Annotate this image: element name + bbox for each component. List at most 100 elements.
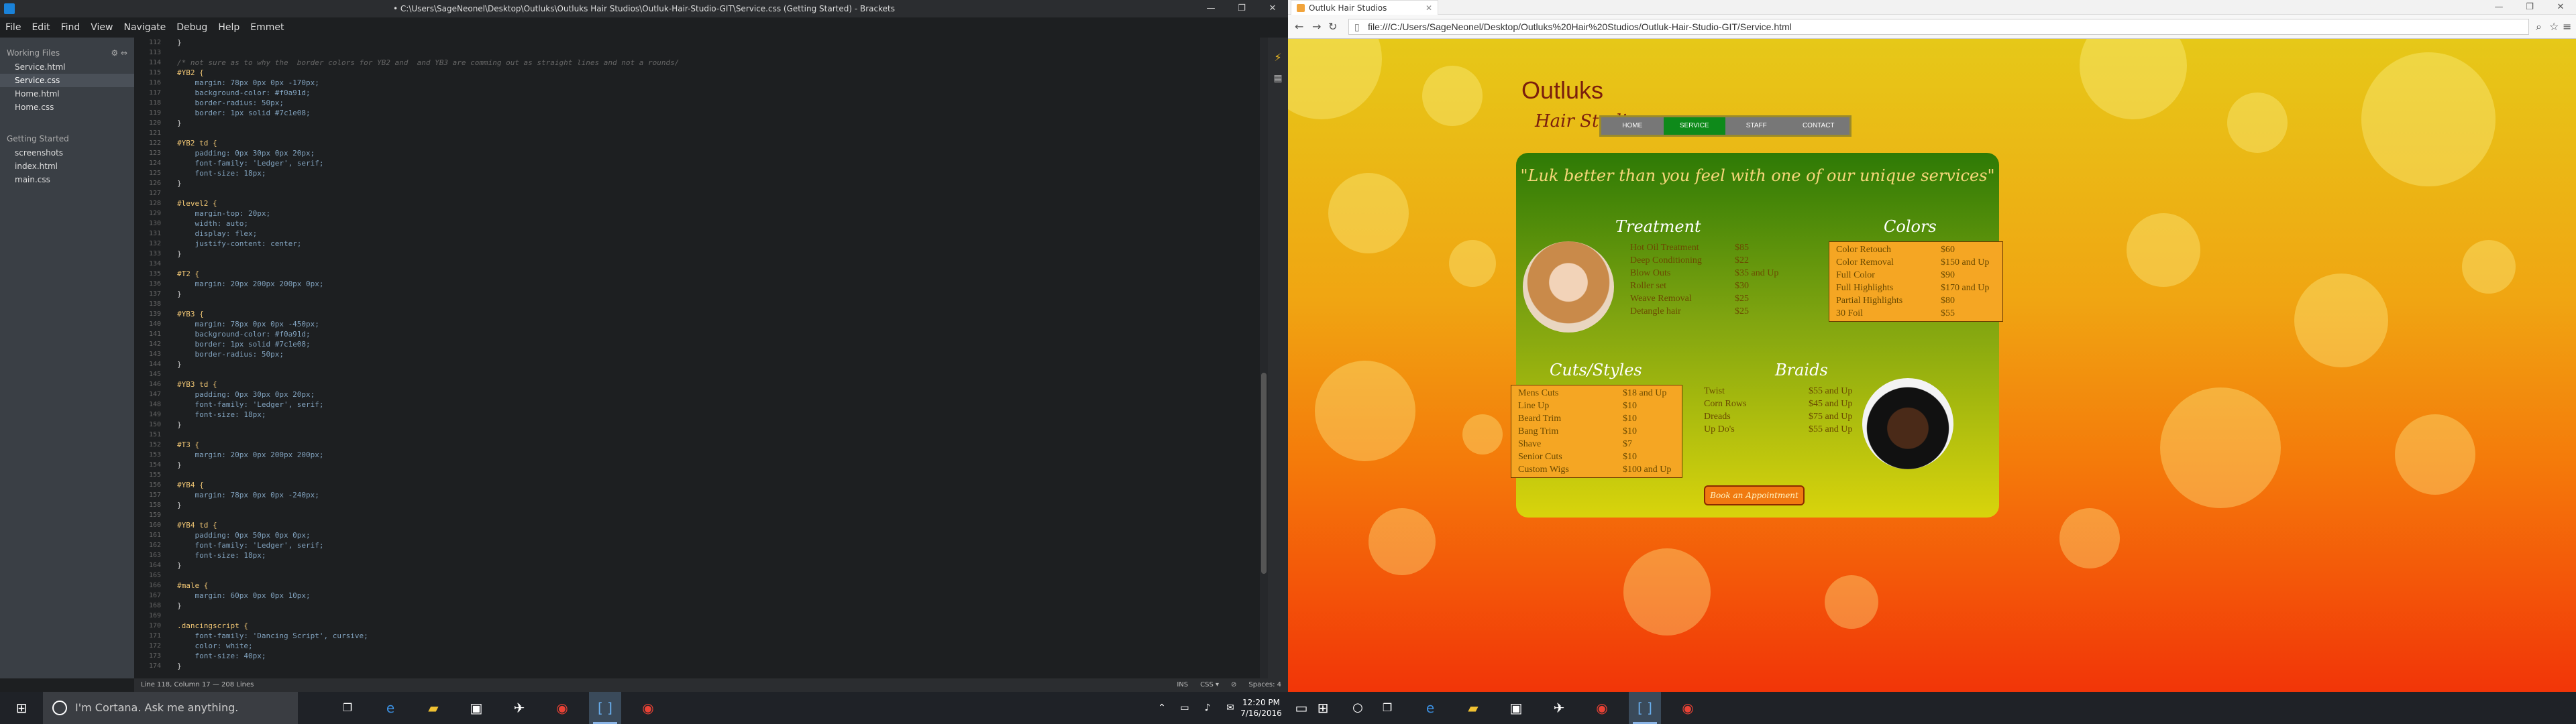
code-line[interactable]: 141 background-color: #f0a91d;	[149, 329, 1260, 339]
close-icon[interactable]: ✕	[2545, 0, 2576, 15]
code-line[interactable]: 166 #male {	[149, 581, 1260, 591]
code-line[interactable]: 150}	[149, 420, 1260, 430]
zoom-icon[interactable]: ⌕	[2536, 20, 2542, 34]
code-line[interactable]: 145	[149, 369, 1260, 379]
working-file-item[interactable]: Service.html	[0, 60, 134, 74]
code-line[interactable]: 169	[149, 611, 1260, 621]
reload-icon[interactable]: ↻	[1328, 20, 1337, 33]
cortana-search[interactable]: I'm Cortana. Ask me anything.	[43, 692, 298, 724]
code-line[interactable]: 116 margin: 78px 0px 0px -170px;	[149, 78, 1260, 88]
menu-find[interactable]: Find	[56, 22, 86, 33]
code-line[interactable]: 154}	[149, 460, 1260, 470]
restore-icon[interactable]: ❐	[1226, 0, 1257, 17]
store-icon[interactable]: ▣	[1500, 692, 1532, 724]
linter-status-icon[interactable]: ⊘	[1231, 678, 1236, 692]
code-line[interactable]: 135 #T2 {	[149, 269, 1260, 279]
code-line[interactable]: 115 #YB2 {	[149, 68, 1260, 78]
bookmark-star-icon[interactable]: ☆	[2549, 20, 2559, 33]
chrome-icon[interactable]: ◉	[546, 692, 578, 724]
code-line[interactable]: 133}	[149, 249, 1260, 259]
code-line[interactable]: 139 #YB3 {	[149, 309, 1260, 319]
code-line[interactable]: 130 width: auto;	[149, 219, 1260, 229]
code-line[interactable]: 128 #level2 {	[149, 198, 1260, 208]
start-windows-icon[interactable]: ⊞	[5, 692, 38, 724]
code-line[interactable]: 144}	[149, 359, 1260, 369]
code-line[interactable]: 155	[149, 470, 1260, 480]
code-line[interactable]: 132 justify-content: center;	[149, 239, 1260, 249]
brackets-taskbar-icon[interactable]: [ ]	[1629, 692, 1661, 724]
browser-tab[interactable]: Outluk Hair Studios ✕	[1291, 0, 1438, 15]
code-line[interactable]: 147 padding: 0px 30px 0px 20px;	[149, 389, 1260, 400]
tab-close-icon[interactable]: ✕	[1426, 1, 1432, 15]
nav-home[interactable]: HOME	[1601, 117, 1664, 135]
nav-staff[interactable]: STAFF	[1725, 117, 1788, 135]
edge-icon[interactable]: e	[1414, 692, 1446, 724]
code-line[interactable]: 163 font-size: 18px;	[149, 550, 1260, 560]
app-icon[interactable]: ✈	[503, 692, 535, 724]
store-icon[interactable]: ▣	[460, 692, 492, 724]
code-line[interactable]: 112}	[149, 38, 1260, 48]
cortana-icon[interactable]: ○	[1342, 692, 1374, 724]
project-header[interactable]: Getting Started	[0, 114, 134, 146]
project-folder-item[interactable]: screenshots	[0, 146, 134, 160]
book-appointment-button[interactable]: Book an Appointment	[1704, 485, 1805, 505]
site-logo[interactable]: Outluks	[1521, 76, 1603, 105]
scrollbar-thumb[interactable]	[1261, 373, 1267, 574]
file-explorer-icon[interactable]: ▰	[417, 692, 449, 724]
file-explorer-icon[interactable]: ▰	[1457, 692, 1489, 724]
code-line[interactable]: 118 border-radius: 50px;	[149, 98, 1260, 108]
gear-icon[interactable]: ⚙ ⇔	[111, 48, 127, 58]
code-line[interactable]: 122 #YB2 td {	[149, 138, 1260, 148]
language-select[interactable]: CSS ▾	[1200, 678, 1219, 692]
code-line[interactable]: 172 color: white;	[149, 641, 1260, 651]
code-line[interactable]: 134	[149, 259, 1260, 269]
code-line[interactable]: 146 #YB3 td {	[149, 379, 1260, 389]
menu-file[interactable]: File	[0, 22, 26, 33]
code-line[interactable]: 159	[149, 510, 1260, 520]
code-line[interactable]: 149 font-size: 18px;	[149, 410, 1260, 420]
code-line[interactable]: 140 margin: 78px 0px 0px -450px;	[149, 319, 1260, 329]
task-view-icon[interactable]: ❐	[1371, 692, 1403, 724]
task-view-icon[interactable]: ❐	[331, 692, 364, 724]
edge-icon[interactable]: e	[374, 692, 407, 724]
code-line[interactable]: 173 font-size: 40px;	[149, 651, 1260, 661]
code-line[interactable]: 119 border: 1px solid #7c1e08;	[149, 108, 1260, 118]
code-line[interactable]: 157 margin: 78px 0px 0px -240px;	[149, 490, 1260, 500]
code-line[interactable]: 113	[149, 48, 1260, 58]
insert-mode[interactable]: INS	[1177, 678, 1188, 692]
code-line[interactable]: 143 border-radius: 50px;	[149, 349, 1260, 359]
code-line[interactable]: 125 font-size: 18px;	[149, 168, 1260, 178]
code-line[interactable]: 174}	[149, 661, 1260, 671]
code-line[interactable]: 156 #YB4 {	[149, 480, 1260, 490]
code-line[interactable]: 131 display: flex;	[149, 229, 1260, 239]
minimize-icon[interactable]: —	[1195, 0, 1226, 17]
extension-manager-icon[interactable]: ▦	[1268, 73, 1288, 84]
chrome-icon[interactable]: ◉	[1672, 692, 1704, 724]
start-windows-icon[interactable]: ⊞	[1307, 692, 1339, 724]
live-preview-icon[interactable]: ⚡	[1268, 51, 1288, 64]
editor-scrollbar[interactable]	[1260, 38, 1268, 678]
code-line[interactable]: 151	[149, 430, 1260, 440]
code-line[interactable]: 114 /* not sure as to why the border colo…	[149, 58, 1260, 68]
project-file-item[interactable]: main.css	[0, 173, 134, 186]
menu-edit[interactable]: Edit	[26, 22, 55, 33]
code-line[interactable]: 160 #YB4 td {	[149, 520, 1260, 530]
minimize-icon[interactable]: —	[2483, 0, 2514, 15]
code-line[interactable]: 123 padding: 0px 30px 0px 20px;	[149, 148, 1260, 158]
nav-service[interactable]: SERVICE	[1663, 117, 1725, 135]
code-line[interactable]: 158}	[149, 500, 1260, 510]
forward-icon[interactable]: →	[1312, 20, 1321, 33]
code-line[interactable]: 152 #T3 {	[149, 440, 1260, 450]
brackets-taskbar-icon[interactable]: [ ]	[589, 692, 621, 724]
chrome-icon[interactable]: ◉	[632, 692, 664, 724]
code-line[interactable]: 148 font-family: 'Ledger', serif;	[149, 400, 1260, 410]
address-bar[interactable]: ▯ file:///C:/Users/SageNeonel/Desktop/Ou…	[1348, 19, 2529, 35]
code-line[interactable]: 168}	[149, 601, 1260, 611]
menu-debug[interactable]: Debug	[171, 22, 213, 33]
code-line[interactable]: 120}	[149, 118, 1260, 128]
code-line[interactable]: 121	[149, 128, 1260, 138]
restore-icon[interactable]: ❐	[2514, 0, 2545, 15]
project-label[interactable]: Getting Started	[7, 134, 69, 143]
code-line[interactable]: 167 margin: 60px 0px 0px 10px;	[149, 591, 1260, 601]
working-file-item-active[interactable]: Service.css	[0, 74, 134, 87]
